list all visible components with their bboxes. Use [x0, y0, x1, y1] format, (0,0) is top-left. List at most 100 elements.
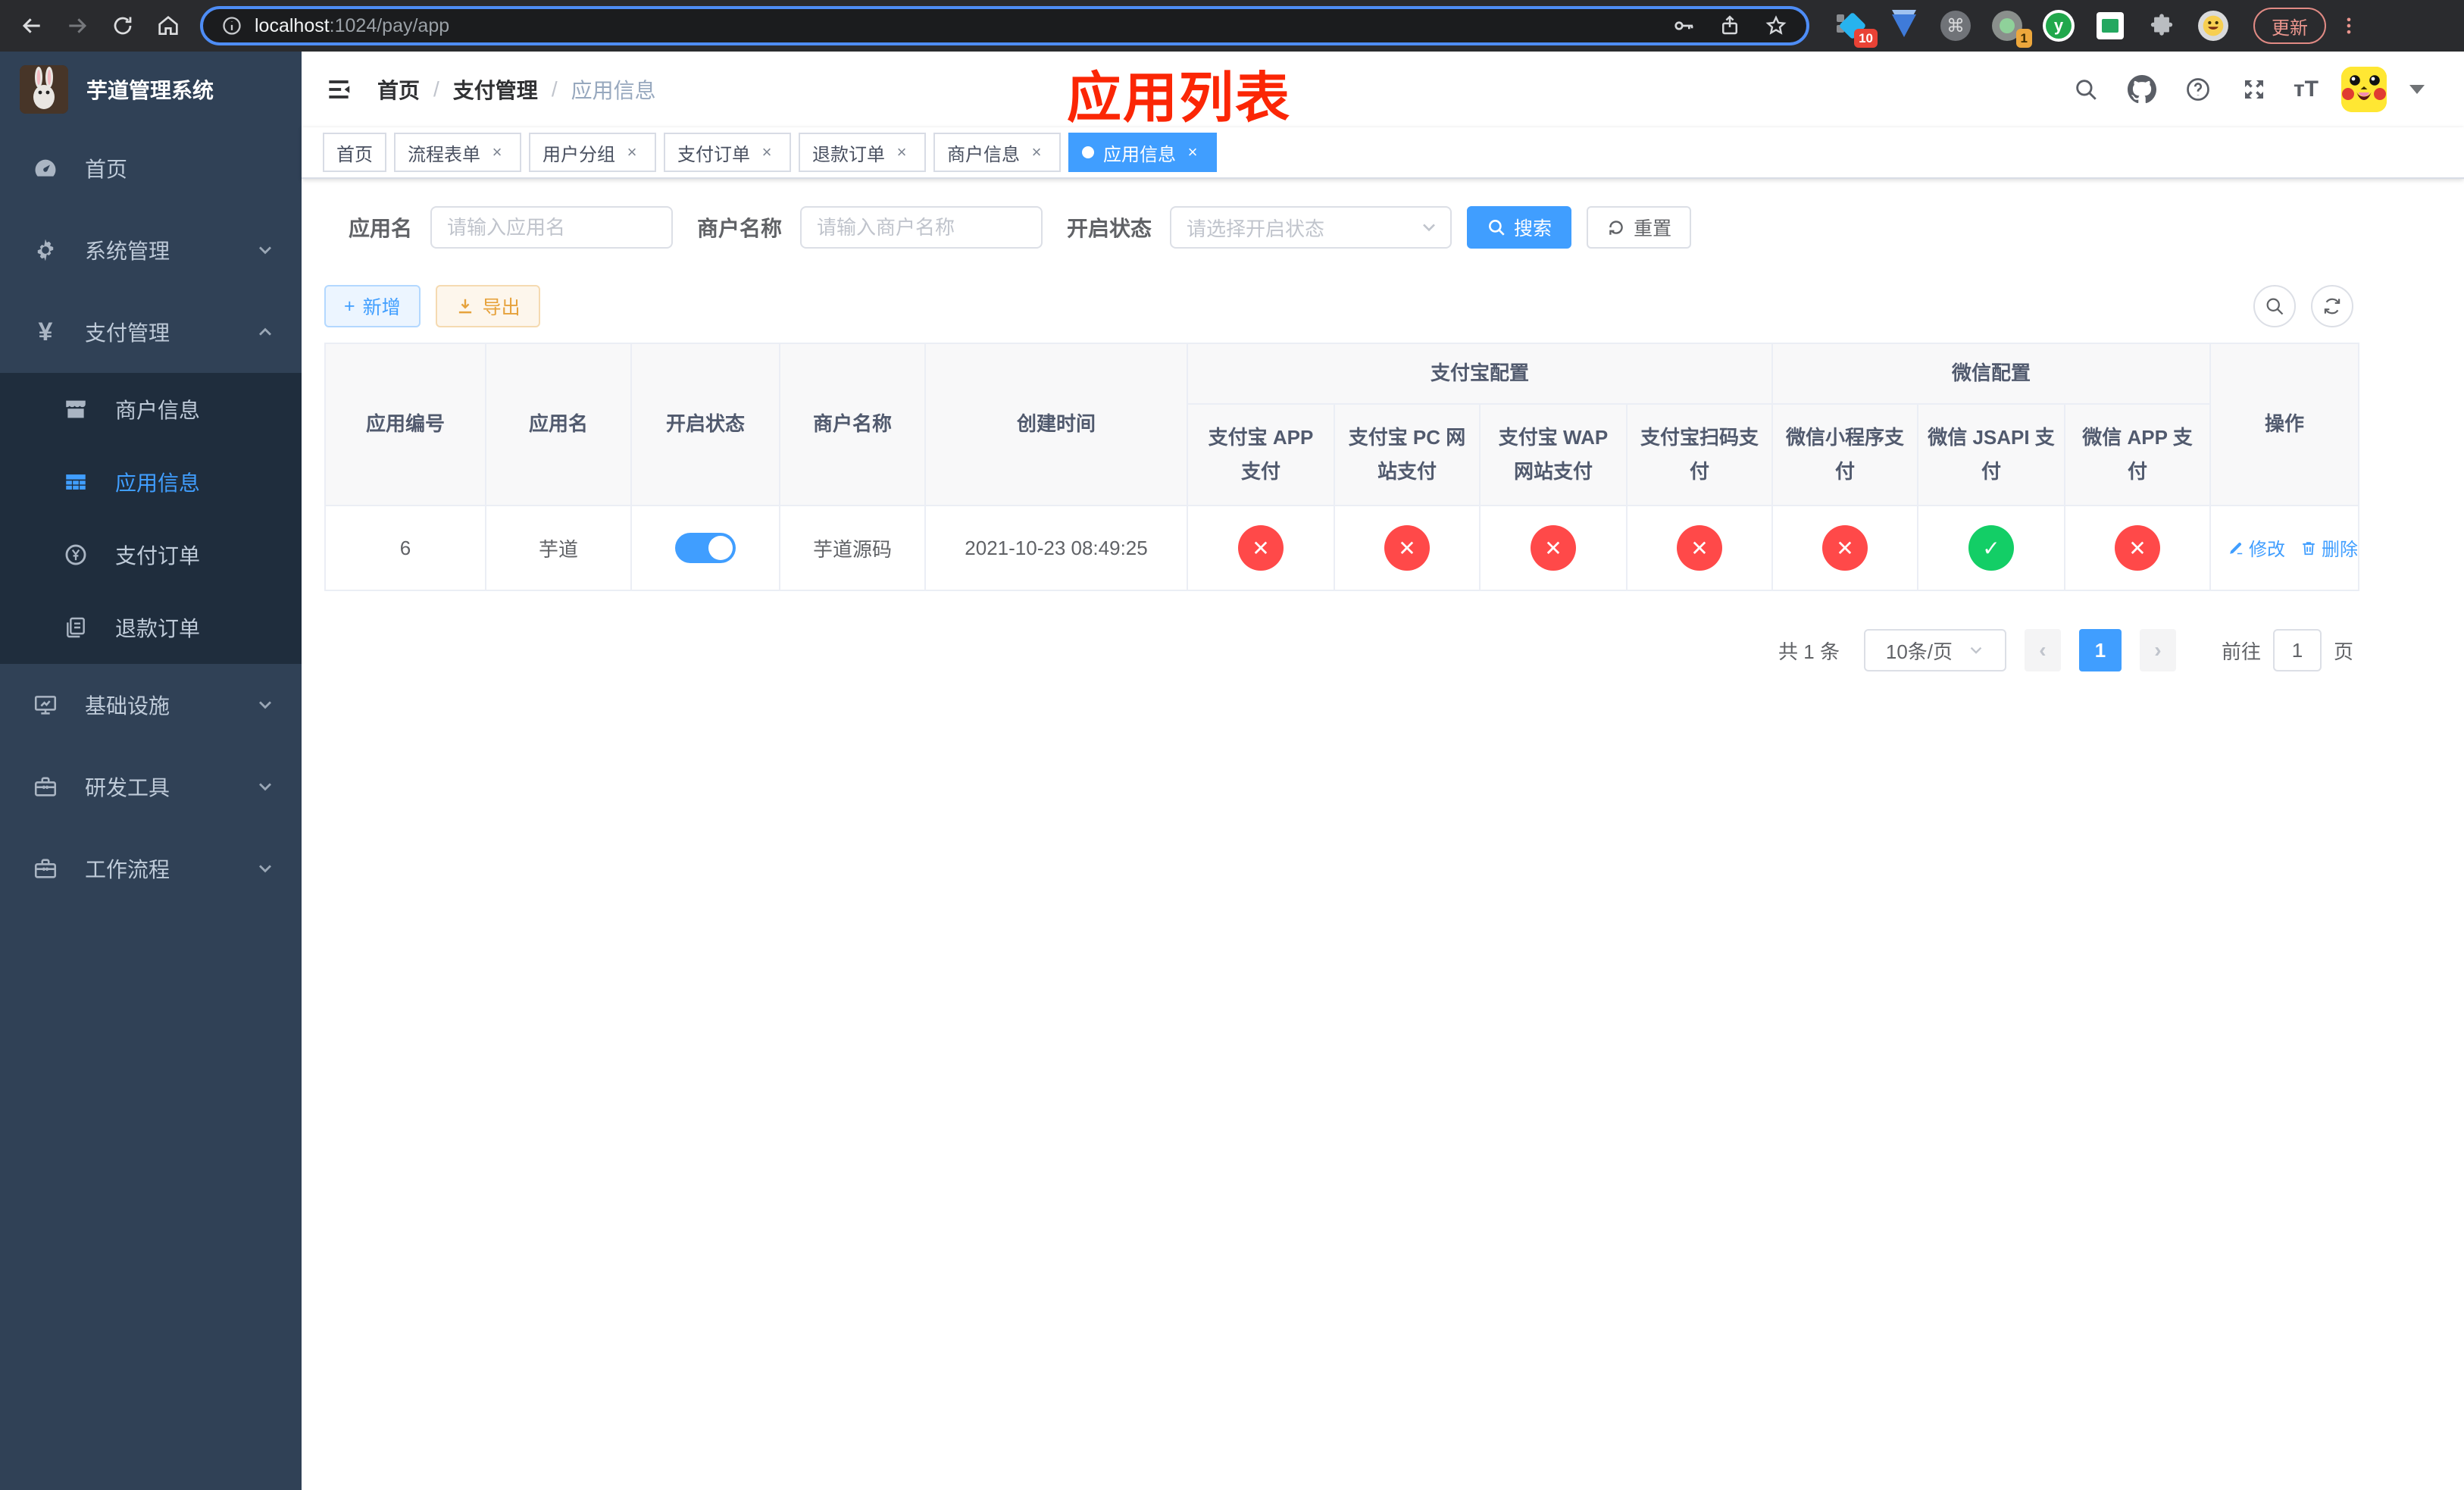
- sidebar-item-dev-tools[interactable]: 研发工具: [0, 746, 302, 828]
- next-page-button[interactable]: ›: [2139, 629, 2176, 671]
- extension-gem-icon[interactable]: [1888, 10, 1920, 42]
- browser-profile-avatar[interactable]: [2197, 10, 2229, 42]
- cell-created: 2021-10-23 08:49:25: [924, 505, 1188, 591]
- tag-user-group[interactable]: 用户分组 ×: [529, 133, 656, 172]
- help-icon[interactable]: [2181, 73, 2215, 106]
- tag-home[interactable]: 首页: [323, 133, 386, 172]
- app-enabled-switch[interactable]: [675, 533, 736, 563]
- github-icon[interactable]: [2125, 73, 2159, 106]
- extension-badge: 10: [1854, 29, 1878, 48]
- status-badge-alipay-app: ✕: [1238, 525, 1284, 571]
- tag-refund-orders[interactable]: 退款订单 ×: [799, 133, 926, 172]
- add-button[interactable]: + 新增: [324, 285, 421, 327]
- password-key-icon[interactable]: [1671, 14, 1696, 38]
- avatar-caret-icon[interactable]: [2409, 85, 2425, 102]
- browser-menu-button[interactable]: [2338, 14, 2359, 38]
- documents-icon: [62, 615, 89, 640]
- chevron-down-icon: [256, 859, 274, 878]
- col-header-status: 开启状态: [630, 343, 780, 506]
- sidebar-item-app-info[interactable]: 应用信息: [0, 446, 302, 518]
- extension-y-icon[interactable]: y: [2043, 10, 2075, 42]
- browser-forward-button[interactable]: [58, 6, 97, 45]
- close-icon[interactable]: ×: [621, 142, 643, 163]
- sidebar-item-pay-orders[interactable]: 支付订单: [0, 518, 302, 591]
- status-select[interactable]: 请选择开启状态: [1170, 206, 1452, 249]
- fullscreen-icon[interactable]: [2237, 73, 2271, 106]
- sidebar-item-label: 系统管理: [85, 239, 170, 263]
- tag-pay-orders[interactable]: 支付订单 ×: [664, 133, 791, 172]
- sidebar-item-payment[interactable]: ¥ 支付管理: [0, 291, 302, 373]
- refresh-button[interactable]: [2311, 285, 2353, 327]
- sidebar-item-label: 支付订单: [115, 544, 201, 568]
- site-info-icon[interactable]: [221, 15, 242, 36]
- search-button[interactable]: 搜索: [1467, 206, 1572, 249]
- extension-command-icon[interactable]: ⌘: [1940, 10, 1972, 42]
- sidebar-item-home[interactable]: 首页: [0, 127, 302, 209]
- pagination-total: 共 1 条: [1778, 640, 1840, 663]
- font-size-icon[interactable]: тT: [2294, 77, 2319, 102]
- browser-reload-button[interactable]: [103, 6, 142, 45]
- goto-label: 前往: [2221, 640, 2261, 663]
- close-icon[interactable]: ×: [1026, 142, 1047, 163]
- bookmark-star-icon[interactable]: [1764, 14, 1788, 38]
- sidebar-item-refund-orders[interactable]: 退款订单: [0, 591, 302, 664]
- user-avatar[interactable]: [2341, 67, 2387, 112]
- sidebar-item-infrastructure[interactable]: 基础设施: [0, 664, 302, 746]
- browser-back-button[interactable]: [12, 6, 52, 45]
- sidebar-item-label: 工作流程: [85, 858, 170, 881]
- close-icon[interactable]: ×: [1182, 142, 1203, 163]
- dashboard-icon: [32, 155, 59, 181]
- filter-form: 应用名 商户名称 开启状态 请选择开启状态 搜索: [324, 206, 2353, 249]
- merchant-name-input[interactable]: [800, 206, 1043, 249]
- app-name-input[interactable]: [430, 206, 674, 249]
- sidebar-item-label: 基础设施: [85, 694, 170, 718]
- header-search-icon[interactable]: [2069, 73, 2103, 106]
- page-1-button[interactable]: 1: [2078, 629, 2122, 671]
- export-button[interactable]: 导出: [435, 285, 540, 327]
- extension-session-icon[interactable]: 1: [1991, 10, 2032, 48]
- browser-update-button[interactable]: 更新: [2253, 8, 2326, 44]
- col-header-alipay-wap: 支付宝 WAP 网站支付: [1479, 403, 1628, 506]
- active-dot: [1082, 146, 1094, 158]
- browser-home-button[interactable]: [149, 6, 188, 45]
- extension-chat-icon[interactable]: [2094, 10, 2126, 42]
- chevron-down-icon: [256, 778, 274, 796]
- col-header-alipay-app: 支付宝 APP 支付: [1187, 403, 1335, 506]
- col-header-ops: 操作: [2209, 343, 2360, 506]
- close-icon[interactable]: ×: [756, 142, 777, 163]
- edit-link[interactable]: 修改: [2228, 534, 2285, 561]
- tag-merchant-info[interactable]: 商户信息 ×: [933, 133, 1061, 172]
- close-icon[interactable]: ×: [891, 142, 912, 163]
- tags-view-bar: 首页 流程表单 × 用户分组 × 支付订单 × 退款订单 × 商户信息 × 应用信息 ×: [302, 127, 2464, 179]
- address-bar[interactable]: localhost:1024/pay/app: [200, 6, 1809, 45]
- apps-table: 应用编号 应用名 开启状态 商户名称 创建时间 支付宝配置 微信配置 操作 支付…: [324, 343, 2360, 591]
- col-header-merchant: 商户名称: [779, 343, 926, 506]
- breadcrumb: 首页 / 支付管理 / 应用信息: [377, 74, 656, 105]
- status-badge-wx-app: ✕: [2115, 525, 2161, 571]
- prev-page-button[interactable]: ‹: [2024, 629, 2061, 671]
- page-size-select[interactable]: 10条/页: [1863, 629, 2006, 671]
- delete-link[interactable]: 删除: [2300, 534, 2358, 561]
- sidebar-item-merchant-info[interactable]: 商户信息: [0, 373, 302, 446]
- breadcrumb-home[interactable]: 首页: [377, 74, 420, 105]
- extension-tabs-icon[interactable]: 10: [1837, 10, 1878, 48]
- sidebar-item-system[interactable]: 系统管理: [0, 209, 302, 291]
- close-icon[interactable]: ×: [486, 142, 508, 163]
- reset-button[interactable]: 重置: [1587, 206, 1692, 249]
- goto-page-input[interactable]: [2272, 629, 2322, 671]
- toggle-search-button[interactable]: [2253, 285, 2296, 327]
- tag-app-info[interactable]: 应用信息 ×: [1068, 133, 1217, 172]
- breadcrumb-payment[interactable]: 支付管理: [453, 74, 538, 105]
- share-icon[interactable]: [1718, 14, 1741, 37]
- group-header-alipay: 支付宝配置: [1186, 343, 1774, 405]
- monitor-icon: [32, 692, 59, 718]
- tag-process-form[interactable]: 流程表单 ×: [394, 133, 521, 172]
- cell-app-id: 6: [324, 505, 486, 591]
- sidebar-item-label: 研发工具: [85, 776, 170, 800]
- sidebar-logo[interactable]: 芋道管理系统: [0, 52, 302, 127]
- sidebar-item-workflow[interactable]: 工作流程: [0, 828, 302, 909]
- extensions-puzzle-icon[interactable]: [2146, 10, 2178, 42]
- sidebar-fold-icon[interactable]: [302, 52, 376, 127]
- sidebar-item-label: 商户信息: [115, 399, 201, 422]
- chevron-down-icon: [1420, 218, 1438, 236]
